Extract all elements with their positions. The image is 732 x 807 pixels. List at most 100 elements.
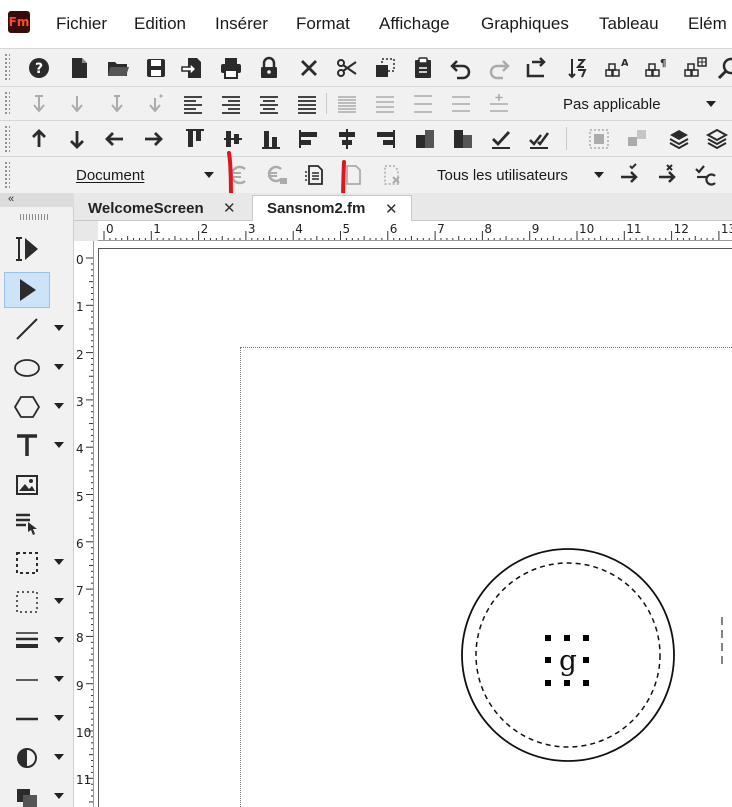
text-line-tool-icon[interactable] — [4, 428, 50, 464]
menu-elements[interactable]: Elém — [688, 14, 727, 34]
menu-edition[interactable]: Edition — [134, 14, 186, 34]
smart-select-tool-icon[interactable] — [4, 231, 50, 267]
toolbar-grip[interactable] — [4, 125, 10, 152]
paragraph-tag-select[interactable]: Pas applicable — [556, 91, 722, 117]
align-center-icon[interactable] — [254, 89, 284, 119]
line-spacing-3-icon[interactable] — [408, 89, 438, 119]
menu-tableau[interactable]: Tableau — [599, 14, 659, 34]
hotspot-tool-icon[interactable] — [4, 506, 50, 542]
close-icon[interactable] — [294, 53, 324, 83]
align-down-tab-icon[interactable] — [62, 89, 92, 119]
menu-affichage[interactable]: Affichage — [379, 14, 450, 34]
sort-icon[interactable] — [563, 53, 593, 83]
view-select[interactable]: Document — [70, 162, 220, 188]
align-right-icon[interactable] — [216, 89, 246, 119]
chevron-down-icon[interactable] — [54, 754, 64, 760]
toolbar-grip[interactable] — [4, 161, 10, 189]
find-icon[interactable] — [714, 53, 732, 83]
justify-icon[interactable] — [292, 89, 322, 119]
group-icon[interactable] — [584, 124, 614, 154]
delete-document-icon[interactable] — [376, 160, 406, 190]
object-select-tool-icon[interactable] — [4, 272, 50, 308]
import-icon[interactable] — [177, 53, 207, 83]
menu-graphiques[interactable]: Graphiques — [481, 14, 569, 34]
send-to-back-icon[interactable] — [448, 124, 478, 154]
users-select[interactable]: Tous les utilisateurs — [430, 162, 610, 188]
layers-outline-icon[interactable] — [702, 124, 732, 154]
blank-document-icon[interactable] — [338, 160, 368, 190]
character-catalog-icon[interactable]: A — [601, 53, 631, 83]
table-catalog-icon[interactable] — [680, 53, 710, 83]
accept-change-icon[interactable] — [614, 160, 644, 190]
line-tool-icon[interactable] — [4, 311, 50, 347]
palette-grip[interactable] — [20, 214, 50, 220]
close-icon[interactable]: ✕ — [385, 200, 398, 218]
arrow-left-icon[interactable] — [100, 124, 130, 154]
ellipse-tool-icon[interactable] — [4, 350, 50, 386]
polygon-tool-icon[interactable] — [4, 389, 50, 425]
arrow-down-icon[interactable] — [62, 124, 92, 154]
check-all-icon[interactable] — [524, 124, 554, 154]
selected-text-glyph[interactable]: g — [555, 645, 581, 679]
toolbar-grip[interactable] — [4, 53, 10, 82]
chevron-down-icon[interactable] — [54, 403, 64, 409]
euro-icon[interactable] — [224, 160, 254, 190]
right-tab-icon[interactable] — [140, 89, 170, 119]
image-frame-tool-icon[interactable] — [4, 467, 50, 503]
align-bottoms-icon[interactable] — [256, 124, 286, 154]
ungroup-icon[interactable] — [622, 124, 652, 154]
fill-tool-icon[interactable] — [4, 779, 50, 807]
align-tops-icon[interactable] — [180, 124, 210, 154]
text-frame-tool-icon[interactable] — [4, 584, 50, 620]
line-spacing-1-icon[interactable] — [332, 89, 362, 119]
bring-to-front-icon[interactable] — [410, 124, 440, 154]
arrow-up-icon[interactable] — [24, 124, 54, 154]
accept-all-icon[interactable] — [690, 160, 720, 190]
menu-fichier[interactable]: Fichier — [56, 14, 107, 34]
chevron-down-icon[interactable] — [54, 325, 64, 331]
print-icon[interactable] — [216, 53, 246, 83]
toolbar-grip[interactable] — [4, 91, 10, 116]
frame-tool-icon[interactable] — [4, 545, 50, 581]
align-lefts-icon[interactable] — [294, 124, 324, 154]
paste-icon[interactable] — [408, 53, 438, 83]
repeat-icon[interactable] — [522, 53, 552, 83]
text-frame[interactable] — [240, 347, 732, 807]
redo-icon[interactable] — [484, 53, 514, 83]
tab-welcomescreen[interactable]: WelcomeScreen ✕ — [74, 195, 252, 221]
menu-inserer[interactable]: Insérer — [215, 14, 268, 34]
tint-tool-icon[interactable] — [4, 740, 50, 776]
chevron-down-icon[interactable] — [54, 793, 64, 799]
menu-format[interactable]: Format — [296, 14, 350, 34]
new-document-icon[interactable] — [64, 53, 94, 83]
close-icon[interactable]: ✕ — [223, 199, 236, 217]
tab-sansnom2[interactable]: Sansnom2.fm ✕ — [252, 195, 412, 221]
arrow-right-icon[interactable] — [138, 124, 168, 154]
help-icon[interactable]: ? — [24, 53, 54, 83]
chevron-down-icon[interactable] — [54, 715, 64, 721]
line-spacing-2-icon[interactable] — [370, 89, 400, 119]
chevron-down-icon[interactable] — [54, 559, 64, 565]
layers-icon[interactable] — [664, 124, 694, 154]
undo-icon[interactable] — [446, 53, 476, 83]
chevron-down-icon[interactable] — [54, 676, 64, 682]
line-end-tool-icon[interactable] — [4, 662, 50, 698]
chevron-down-icon[interactable] — [54, 598, 64, 604]
dash-style-tool-icon[interactable] — [4, 701, 50, 737]
line-spacing-4-icon[interactable] — [446, 89, 476, 119]
line-spacing-add-icon[interactable] — [484, 89, 514, 119]
chevron-down-icon[interactable] — [54, 364, 64, 370]
chevron-down-icon[interactable] — [54, 442, 64, 448]
check-icon[interactable] — [486, 124, 516, 154]
palette-collapse-button[interactable]: « — [0, 193, 74, 207]
reject-change-icon[interactable] — [652, 160, 682, 190]
align-middles-icon[interactable] — [218, 124, 248, 154]
paragraph-catalog-icon[interactable]: ¶ — [641, 53, 671, 83]
decimal-tab-icon[interactable] — [102, 89, 132, 119]
align-top-tab-icon[interactable] — [24, 89, 54, 119]
align-left-icon[interactable] — [178, 89, 208, 119]
align-centers-icon[interactable] — [332, 124, 362, 154]
save-icon[interactable] — [141, 53, 171, 83]
align-rights-icon[interactable] — [370, 124, 400, 154]
open-folder-icon[interactable] — [103, 53, 133, 83]
